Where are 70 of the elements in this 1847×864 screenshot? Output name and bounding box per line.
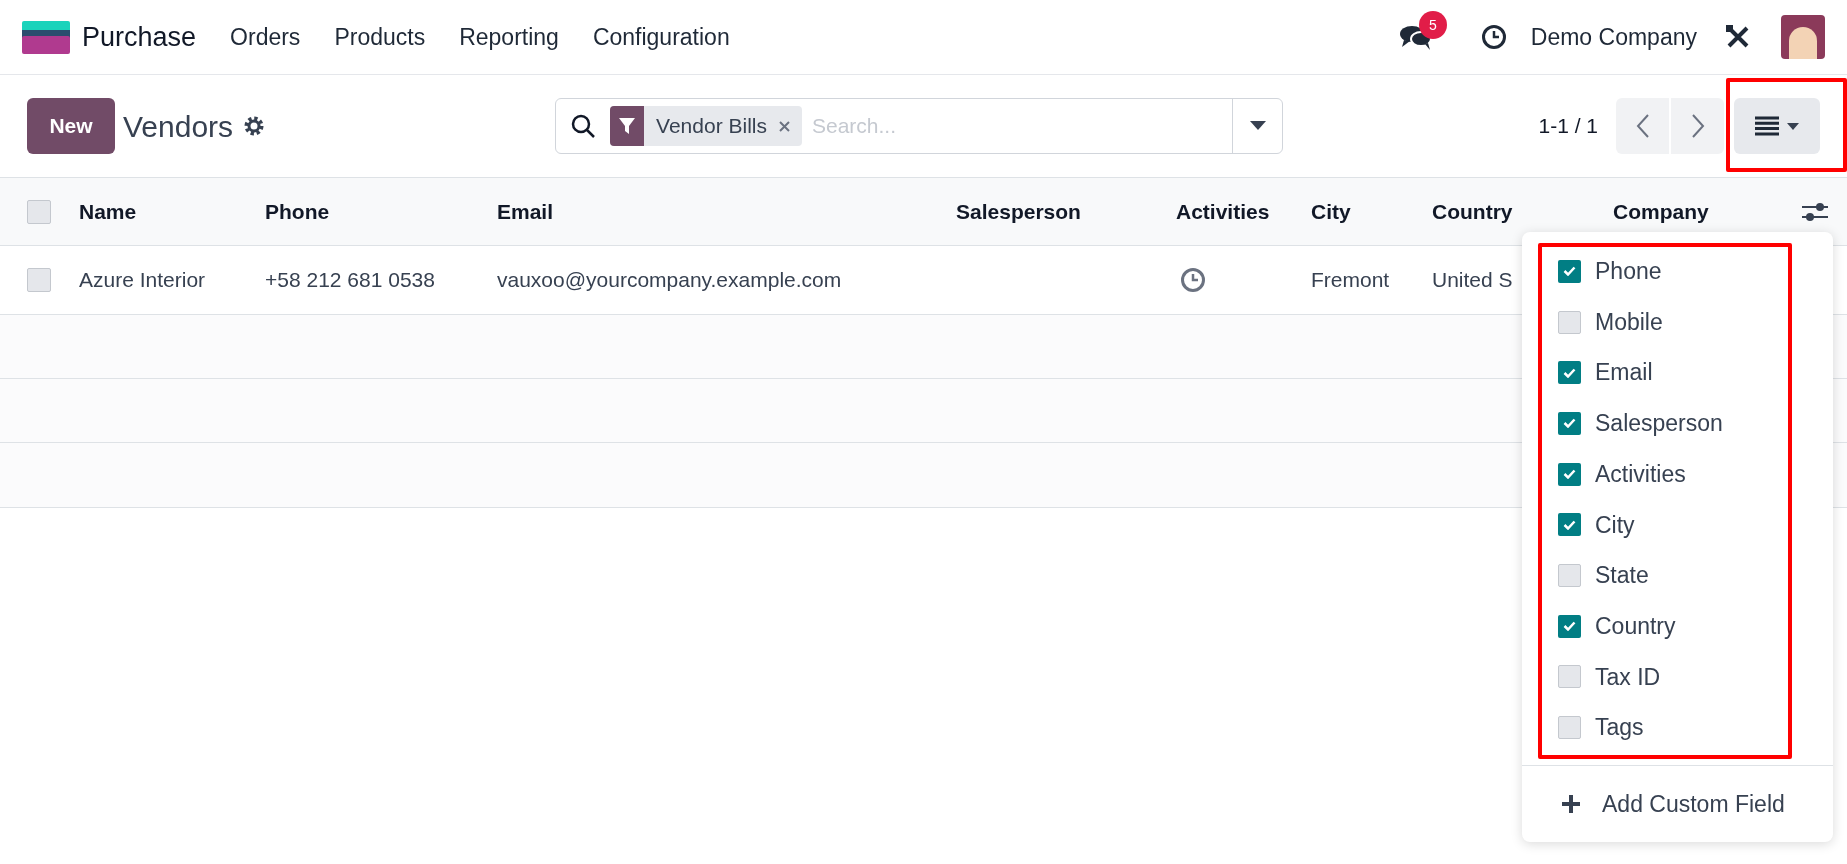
column-option[interactable]: City [1522,499,1833,551]
column-header[interactable]: Company [1613,199,1709,223]
column-option[interactable]: Tags [1522,702,1833,753]
column-header[interactable]: Email [497,199,554,223]
new-button[interactable]: New [27,98,115,154]
optional-columns-icon[interactable] [1802,200,1828,223]
app-name[interactable]: Purchase [82,16,197,58]
breadcrumb-title: Vendors [123,108,234,145]
column-option[interactable]: Salesperson [1522,398,1833,449]
column-option[interactable]: Mobile [1522,296,1833,348]
column-header[interactable]: Phone [265,199,330,223]
search-input[interactable]: Search... [812,110,1233,142]
menu-item[interactable]: Configuration [592,19,730,55]
menu-item[interactable]: Reporting [459,19,559,55]
caret-icon [1787,122,1799,130]
gear-icon[interactable] [243,115,266,137]
checkmark-icon [1563,266,1576,277]
checkmark-icon [1563,367,1576,378]
column-header[interactable]: Activities [1176,199,1270,223]
checkbox[interactable] [1558,259,1581,283]
filter-icon [619,118,636,134]
checkbox[interactable] [1558,563,1581,587]
checkbox[interactable] [1558,614,1581,638]
menu-item[interactable]: Products [334,19,426,55]
checkbox[interactable] [1558,361,1581,385]
checkbox[interactable] [1558,716,1581,740]
table-cell: +58 212 681 0538 [265,268,435,292]
checkbox[interactable] [1558,411,1581,435]
plus-icon [1562,794,1580,813]
caret-icon[interactable] [1249,121,1266,131]
column-option[interactable]: State [1522,550,1833,601]
checkbox[interactable] [1558,513,1581,537]
table-cell: United S [1432,268,1513,292]
column-header[interactable]: Salesperson [956,199,1081,223]
company-switcher[interactable]: Demo Company [1530,19,1697,55]
list-icon [1755,116,1779,136]
search-icon[interactable] [570,113,597,139]
search-bar[interactable]: Vendor Bills Search... [555,98,1284,154]
pager-value[interactable]: 1-1 / 1 [1538,110,1598,142]
column-option[interactable]: Activities [1522,448,1833,500]
add-custom-field-link[interactable]: Add Custom Field [1602,786,1785,822]
column-option[interactable]: Tax ID [1522,651,1833,703]
checkmark-icon [1563,418,1576,429]
checkbox[interactable] [1558,310,1581,334]
row-checkbox[interactable] [27,268,51,292]
column-header[interactable]: City [1311,199,1351,223]
checkmark-icon [1563,469,1576,480]
list-view-button[interactable] [1734,98,1820,154]
column-option[interactable]: Country [1522,600,1833,652]
table-cell: Fremont [1311,268,1390,292]
filter-facet[interactable]: Vendor Bills [610,106,802,146]
clock-icon[interactable] [1480,24,1507,50]
select-all-checkbox[interactable] [27,199,51,224]
table-cell: Azure Interior [79,268,206,292]
user-avatar[interactable] [1781,15,1825,59]
chevron-right-icon [1690,113,1705,139]
checkmark-icon [1563,519,1576,530]
column-option[interactable]: Email [1522,347,1833,399]
menu-item[interactable]: Orders [230,19,301,55]
column-header[interactable]: Name [79,199,137,223]
checkbox[interactable] [1558,462,1581,486]
close-icon[interactable] [779,120,790,132]
table-cell: vauxoo@yourcompany.example.com [497,268,842,292]
checkbox[interactable] [1558,665,1581,689]
notification-badge: 5 [1418,11,1447,39]
column-header[interactable]: Country [1432,199,1513,223]
app-logo-icon [22,20,70,54]
column-option[interactable]: Phone [1522,246,1833,297]
checkmark-icon [1563,621,1576,632]
chevron-left-icon [1635,113,1650,139]
